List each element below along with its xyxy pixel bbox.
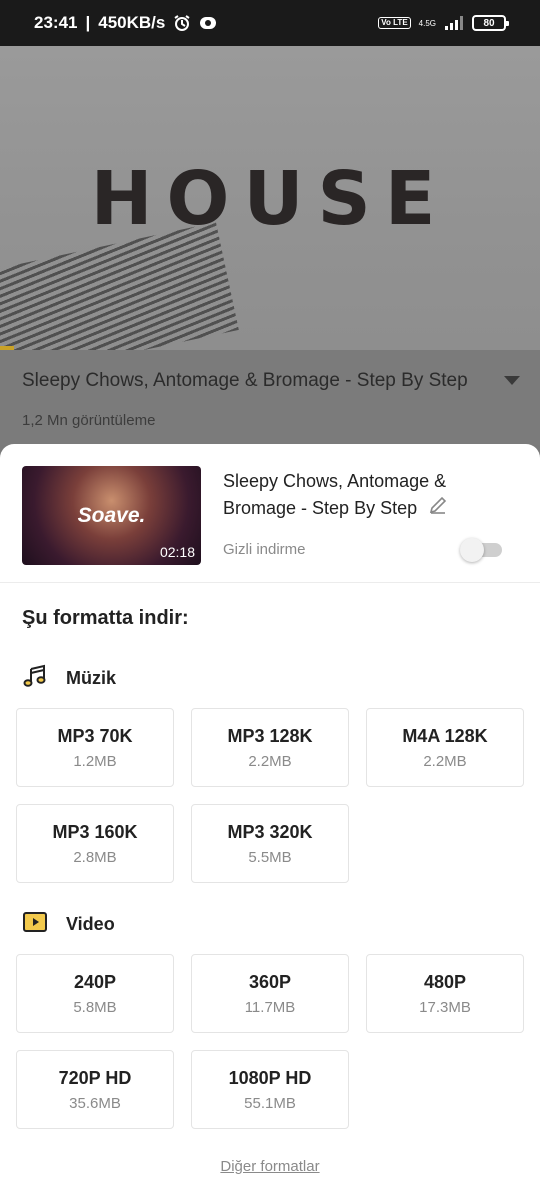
music-note-icon bbox=[22, 663, 48, 694]
format-name: MP3 128K bbox=[227, 725, 313, 746]
expand-caret-icon[interactable] bbox=[504, 376, 520, 385]
format-240p[interactable]: 240P 5.8MB bbox=[16, 954, 174, 1033]
format-size: 55.1MB bbox=[244, 1094, 296, 1112]
status-speed: 450KB/s bbox=[98, 13, 166, 32]
format-size: 17.3MB bbox=[419, 998, 471, 1016]
format-size: 2.8MB bbox=[73, 848, 117, 866]
status-left: 23:41 | 450KB/s bbox=[34, 13, 217, 33]
format-name: MP3 70K bbox=[57, 725, 133, 746]
format-size: 35.6MB bbox=[69, 1094, 121, 1112]
status-time: 23:41 bbox=[34, 13, 78, 32]
music-section-label: Müzik bbox=[22, 663, 116, 694]
video-player[interactable]: HOUSE bbox=[0, 46, 540, 350]
format-size: 11.7MB bbox=[244, 998, 296, 1016]
alarm-icon bbox=[173, 14, 191, 32]
format-name: MP3 160K bbox=[52, 821, 138, 842]
format-size: 5.5MB bbox=[248, 848, 292, 866]
media-logo: Soave. bbox=[77, 504, 146, 527]
pencil-edit-icon[interactable] bbox=[428, 495, 448, 523]
format-size: 2.2MB bbox=[248, 752, 292, 770]
format-name: 720P HD bbox=[58, 1067, 132, 1088]
media-title[interactable]: Sleepy Chows, Antomage & Bromage - Step … bbox=[223, 468, 513, 523]
format-1080p-hd[interactable]: 1080P HD 55.1MB bbox=[191, 1050, 349, 1129]
media-thumbnail: Soave. 02:18 bbox=[22, 466, 201, 565]
toggle-knob bbox=[460, 538, 484, 562]
format-360p[interactable]: 360P 11.7MB bbox=[191, 954, 349, 1033]
media-duration: 02:18 bbox=[159, 544, 195, 560]
format-name: 240P bbox=[73, 971, 117, 992]
video-section-label: Video bbox=[22, 909, 115, 940]
video-play-icon bbox=[22, 909, 48, 940]
media-title-text: Sleepy Chows, Antomage & Bromage - Step … bbox=[223, 471, 447, 518]
format-name: 480P bbox=[423, 971, 467, 992]
battery-level: 80 bbox=[483, 17, 495, 29]
format-size: 2.2MB bbox=[423, 752, 467, 770]
video-label: Video bbox=[66, 914, 115, 934]
download-sheet: Soave. 02:18 Sleepy Chows, Antomage & Br… bbox=[0, 444, 540, 1200]
video-info: Sleepy Chows, Antomage & Bromage - Step … bbox=[0, 350, 540, 445]
divider bbox=[0, 582, 540, 583]
format-name: M4A 128K bbox=[402, 725, 488, 746]
record-icon bbox=[199, 14, 217, 32]
format-size: 1.2MB bbox=[73, 752, 117, 770]
music-format-grid: MP3 70K 1.2MB MP3 128K 2.2MB M4A 128K 2.2MB… bbox=[16, 708, 524, 883]
format-mp3-128k[interactable]: MP3 128K 2.2MB bbox=[191, 708, 349, 787]
volte-icon: Vo LTE bbox=[378, 17, 411, 29]
format-480p[interactable]: 480P 17.3MB bbox=[366, 954, 524, 1033]
status-right: Vo LTE 4.5G 80 bbox=[378, 15, 509, 31]
format-size: 5.8MB bbox=[73, 998, 117, 1016]
format-name: 360P bbox=[248, 971, 292, 992]
format-m4a-128k[interactable]: M4A 128K 2.2MB bbox=[366, 708, 524, 787]
signal-icon bbox=[444, 16, 464, 30]
private-download-toggle[interactable] bbox=[460, 538, 502, 562]
music-label: Müzik bbox=[66, 668, 117, 688]
video-format-grid: 240P 5.8MB 360P 11.7MB 480P 17.3MB 720P HD 3… bbox=[16, 954, 524, 1129]
status-bar: 23:41 | 450KB/s Vo LTE 4.5G 80 bbox=[0, 0, 540, 46]
format-name: 1080P HD bbox=[228, 1067, 312, 1088]
network-label: 4.5G bbox=[418, 18, 436, 28]
video-thumbnail-text: HOUSE bbox=[90, 156, 450, 242]
format-720p-hd[interactable]: 720P HD 35.6MB bbox=[16, 1050, 174, 1129]
battery-icon: 80 bbox=[472, 15, 509, 31]
format-name: MP3 320K bbox=[227, 821, 313, 842]
format-mp3-160k[interactable]: MP3 160K 2.8MB bbox=[16, 804, 174, 883]
download-format-heading: Şu formatta indir: bbox=[22, 607, 189, 629]
video-title: Sleepy Chows, Antomage & Bromage - Step … bbox=[22, 370, 468, 391]
video-views: 1,2 Mn görüntüleme bbox=[22, 412, 156, 429]
other-formats-link[interactable]: Diğer formatlar bbox=[0, 1158, 540, 1175]
private-download-label: Gizli indirme bbox=[223, 541, 306, 558]
status-separator: | bbox=[85, 13, 91, 32]
format-mp3-70k[interactable]: MP3 70K 1.2MB bbox=[16, 708, 174, 787]
format-mp3-320k[interactable]: MP3 320K 5.5MB bbox=[191, 804, 349, 883]
